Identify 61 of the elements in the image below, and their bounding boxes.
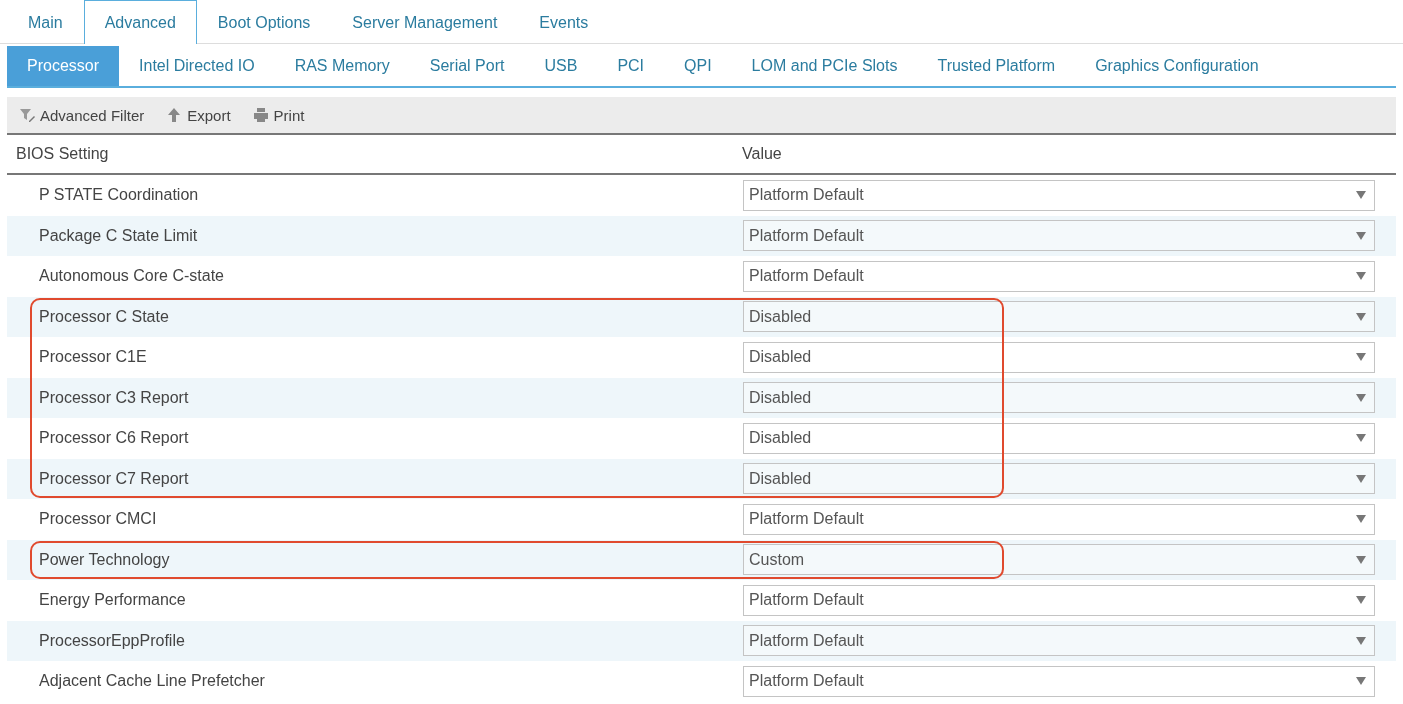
column-header: Value xyxy=(742,145,783,163)
value-dropdown[interactable]: Platform Default xyxy=(743,665,1375,697)
value-dropdown[interactable]: Disabled xyxy=(743,463,1375,495)
caret-icon xyxy=(1356,474,1366,483)
subtab[interactable]: Trusted Platform xyxy=(917,46,1076,86)
setting-label: Processor C State xyxy=(38,307,170,326)
caret-icon xyxy=(1356,596,1366,605)
caret-icon xyxy=(1356,636,1366,645)
caret-icon xyxy=(1356,272,1366,281)
value-dropdown[interactable]: Platform Default xyxy=(743,503,1375,535)
tab[interactable]: Boot Options xyxy=(196,0,332,44)
arrow-up-icon xyxy=(166,107,183,123)
setting-label: Processor C1E xyxy=(38,348,148,367)
setting-label: Power Technology xyxy=(38,550,171,569)
caret-icon xyxy=(1356,677,1366,686)
caret-icon xyxy=(1356,231,1366,240)
subtab[interactable]: PCI xyxy=(597,46,665,86)
value-dropdown[interactable]: Platform Default xyxy=(743,260,1375,292)
column-header: BIOS Setting xyxy=(15,145,110,163)
setting-label: Autonomous Core C-state xyxy=(38,267,225,286)
setting-label: Adjacent Cache Line Prefetcher xyxy=(38,672,266,691)
tab[interactable]: Main xyxy=(7,0,84,44)
value-dropdown[interactable]: Disabled xyxy=(743,341,1375,373)
value-dropdown[interactable]: Platform Default xyxy=(743,625,1375,657)
setting-label: Package C State Limit xyxy=(38,226,199,245)
caret-icon xyxy=(1356,555,1366,564)
setting-label: Processor C3 Report xyxy=(38,388,190,407)
value-dropdown[interactable]: Disabled xyxy=(743,422,1375,454)
value-dropdown[interactable]: Disabled xyxy=(743,301,1375,333)
subtab[interactable]: Intel Directed IO xyxy=(119,46,275,86)
subtab[interactable]: USB xyxy=(524,46,598,86)
value-dropdown[interactable]: Disabled xyxy=(743,382,1375,414)
value-dropdown[interactable]: Platform Default xyxy=(743,220,1375,252)
tab[interactable]: Server Management xyxy=(331,0,519,44)
setting-label: Processor C7 Report xyxy=(38,469,190,488)
setting-label: ProcessorEppProfile xyxy=(38,631,186,650)
printer-icon xyxy=(252,107,269,123)
caret-icon xyxy=(1356,434,1366,443)
subtab[interactable]: Graphics Configuration xyxy=(1075,46,1279,86)
toolbar-button[interactable]: Print xyxy=(252,106,305,124)
tab[interactable]: Advanced xyxy=(83,0,197,44)
caret-icon xyxy=(1356,515,1366,524)
toolbar-button[interactable]: Advanced Filter xyxy=(19,106,145,124)
tab[interactable]: Events xyxy=(518,0,610,44)
caret-icon xyxy=(1356,353,1366,362)
subtab[interactable]: LOM and PCIe Slots xyxy=(731,46,918,86)
caret-icon xyxy=(1356,393,1366,402)
value-dropdown[interactable]: Platform Default xyxy=(743,179,1375,211)
value-dropdown[interactable]: Custom xyxy=(743,544,1375,576)
setting-label: P STATE Coordination xyxy=(38,186,200,205)
setting-label: Energy Performance xyxy=(38,591,187,610)
caret-icon xyxy=(1356,191,1366,200)
setting-label: Processor C6 Report xyxy=(38,429,190,448)
value-dropdown[interactable]: Platform Default xyxy=(743,584,1375,616)
subtab[interactable]: QPI xyxy=(664,46,732,86)
caret-icon xyxy=(1356,312,1366,321)
subtab[interactable]: RAS Memory xyxy=(274,46,410,86)
filter-icon xyxy=(19,107,35,123)
setting-label: Processor CMCI xyxy=(38,510,158,529)
subtab[interactable]: Serial Port xyxy=(409,46,525,86)
toolbar-button[interactable]: Export xyxy=(166,106,231,124)
